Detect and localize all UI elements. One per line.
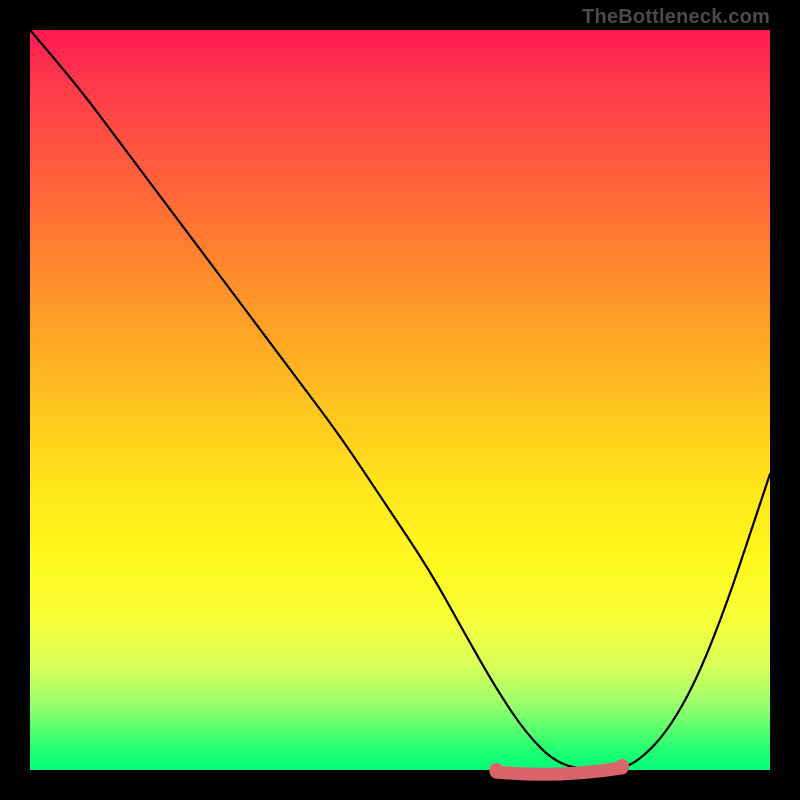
curve-layer — [30, 30, 770, 770]
gradient-plot-area — [30, 30, 770, 770]
optimal-range-end-dot — [615, 759, 629, 773]
bottleneck-curve — [30, 30, 770, 770]
optimal-range-start-dot — [489, 763, 503, 777]
watermark-text: TheBottleneck.com — [582, 6, 770, 29]
optimal-range-marker — [496, 768, 622, 774]
chart-frame: TheBottleneck.com — [0, 0, 800, 800]
